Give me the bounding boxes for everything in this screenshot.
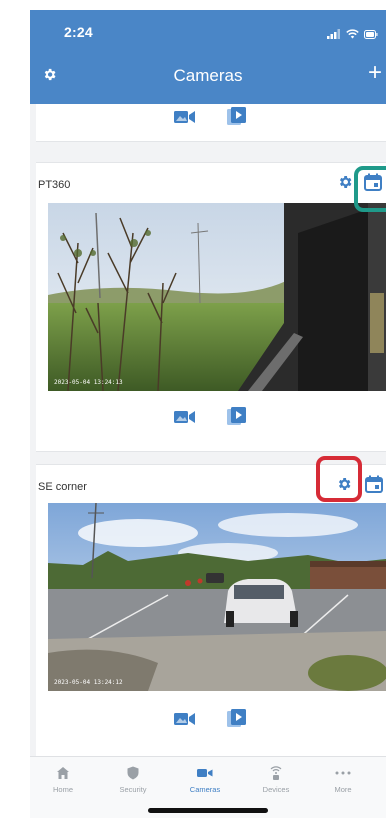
tab-security[interactable]: Security [103,765,163,794]
tab-more[interactable]: More [313,765,373,794]
video-camera-icon [174,409,196,430]
tab-label: Security [119,785,147,794]
recordings-button[interactable] [225,708,249,734]
tab-label: Cameras [189,785,221,794]
recordings-button[interactable] [225,106,249,132]
tab-label: Devices [262,785,290,794]
tab-label: More [334,785,352,794]
camera-card: SE corner 2023-05-04 13:24:12 [36,464,386,756]
more-icon [313,765,373,781]
camera-settings-button[interactable] [336,175,354,193]
status-icons [327,26,378,44]
highlight-calendar [354,166,386,212]
camera-schedule-button[interactable] [364,475,384,498]
camera-snapshot[interactable]: 2023-05-04 13:24:13 [48,203,386,391]
home-icon [33,765,93,781]
snapshot-timestamp: 2023-05-04 13:24:13 [54,379,123,386]
recordings-button[interactable] [225,406,249,432]
play-clip-icon [227,708,247,734]
status-time: 2:24 [64,24,93,40]
add-camera-button[interactable]: + [364,60,386,86]
camera-actions [36,106,386,132]
wifi-icon [246,765,306,781]
camera-actions [36,406,386,432]
calendar-icon [365,475,383,498]
tab-home[interactable]: Home [33,765,93,794]
camera-card-partial [36,104,386,142]
battery-icon [364,26,378,44]
wifi-status-icon [346,26,359,44]
tab-devices[interactable]: Devices [246,765,306,794]
home-indicator [148,808,268,813]
gear-icon [337,174,353,195]
tab-bar: Home Security Cameras Devices More [30,756,386,818]
live-video-button[interactable] [173,711,197,731]
live-video-button[interactable] [173,409,197,429]
page-title: Cameras [173,66,243,85]
shield-icon [103,765,163,781]
camera-actions [36,708,386,734]
tab-cameras[interactable]: Cameras [175,765,235,794]
camera-card: PT360 2023-05-04 13:24:13 [36,162,386,452]
tab-label: Home [52,785,73,794]
live-video-button[interactable] [173,109,197,129]
camera-icon [175,765,235,781]
camera-name: SE corner [38,481,87,493]
camera-snapshot[interactable]: 2023-05-04 13:24:12 [48,503,386,691]
signal-icon [327,26,341,44]
play-clip-icon [227,406,247,432]
video-camera-icon [174,711,196,732]
play-clip-icon [227,106,247,132]
camera-list[interactable]: PT360 2023-05-04 13:24:13 SE corner 2023… [30,104,386,756]
video-camera-icon [174,109,196,130]
phone-screen: 2:24 Cameras + PT360 2023-05-04 13:24:13… [30,10,386,818]
camera-name: PT360 [38,179,71,191]
highlight-settings [316,456,362,502]
app-header: 2:24 Cameras + [30,10,386,104]
snapshot-timestamp: 2023-05-04 13:24:12 [54,679,123,686]
